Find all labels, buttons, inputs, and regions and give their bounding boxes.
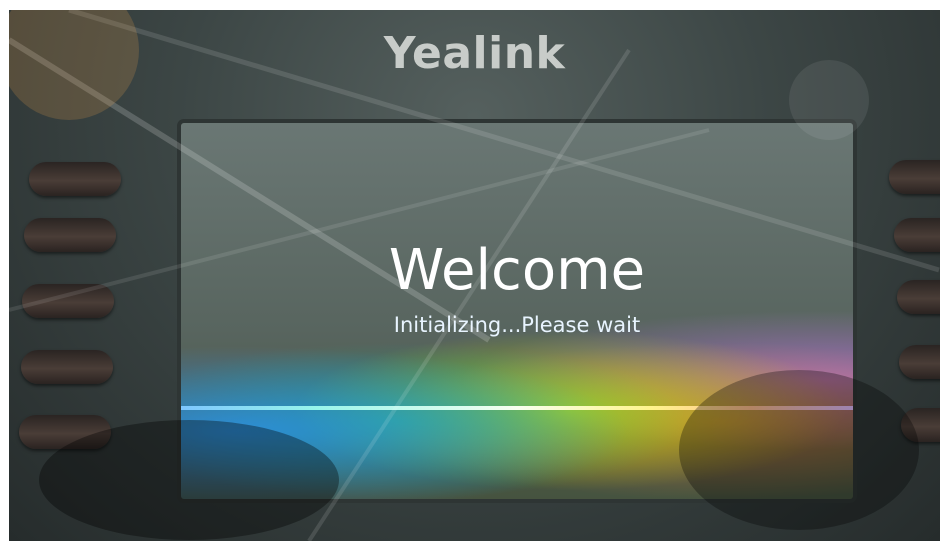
line-key-left-1[interactable] xyxy=(29,162,121,196)
line-key-left-4[interactable] xyxy=(21,350,113,384)
lcd-screen: Welcome Initializing...Please wait xyxy=(181,123,853,499)
line-key-left-2[interactable] xyxy=(24,218,116,252)
line-key-right-3[interactable] xyxy=(897,280,940,314)
line-key-right-4[interactable] xyxy=(899,345,940,379)
progress-fill xyxy=(181,406,853,410)
line-key-right-2[interactable] xyxy=(894,218,940,252)
phone-photo: Yealink Welcome Initializing...Please wa… xyxy=(9,10,940,541)
line-key-left-3[interactable] xyxy=(22,284,114,318)
status-message: Initializing...Please wait xyxy=(393,313,641,337)
line-key-right-1[interactable] xyxy=(889,160,940,194)
line-key-left-5[interactable] xyxy=(19,415,111,449)
brand-logo: Yealink xyxy=(383,28,566,79)
welcome-title: Welcome xyxy=(388,238,646,303)
progress-bar xyxy=(181,406,853,410)
line-key-right-5[interactable] xyxy=(901,408,940,442)
